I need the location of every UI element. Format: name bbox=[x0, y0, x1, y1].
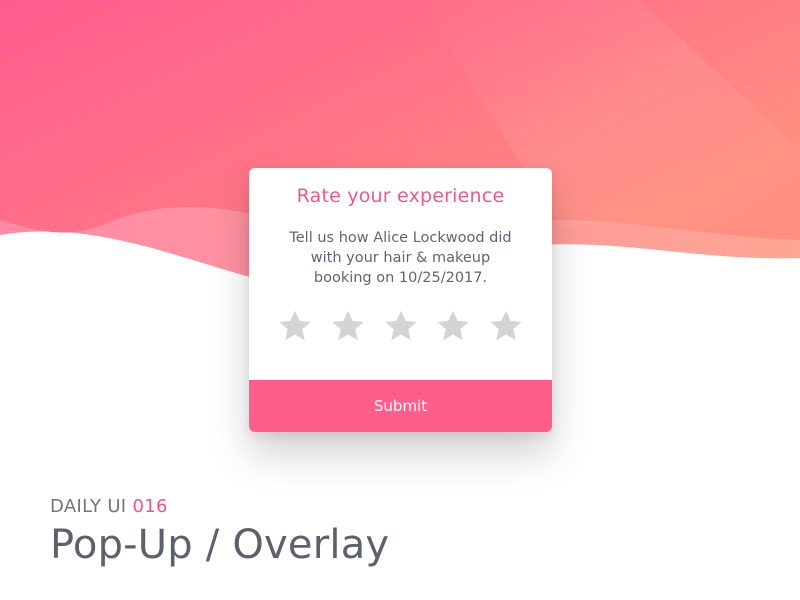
shot-caption: DAILY UI 016 Pop-Up / Overlay bbox=[50, 496, 389, 569]
star-2-icon[interactable] bbox=[330, 308, 366, 344]
caption-series-label: DAILY UI bbox=[50, 496, 127, 517]
caption-series: DAILY UI 016 bbox=[50, 496, 389, 518]
star-rating bbox=[277, 308, 524, 344]
star-1-icon[interactable] bbox=[277, 308, 313, 344]
caption-title: Pop-Up / Overlay bbox=[50, 522, 390, 568]
caption-number: 016 bbox=[132, 496, 168, 517]
popup-description: Tell us how Alice Lockwood did with your… bbox=[289, 230, 512, 286]
star-5-icon[interactable] bbox=[488, 308, 524, 344]
star-4-icon[interactable] bbox=[435, 308, 471, 344]
star-3-icon[interactable] bbox=[383, 308, 419, 344]
rating-popup: Rate your experience Tell us how Alice L… bbox=[249, 168, 552, 432]
submit-button[interactable]: Submit bbox=[249, 380, 552, 432]
popup-title: Rate your experience bbox=[296, 185, 505, 207]
